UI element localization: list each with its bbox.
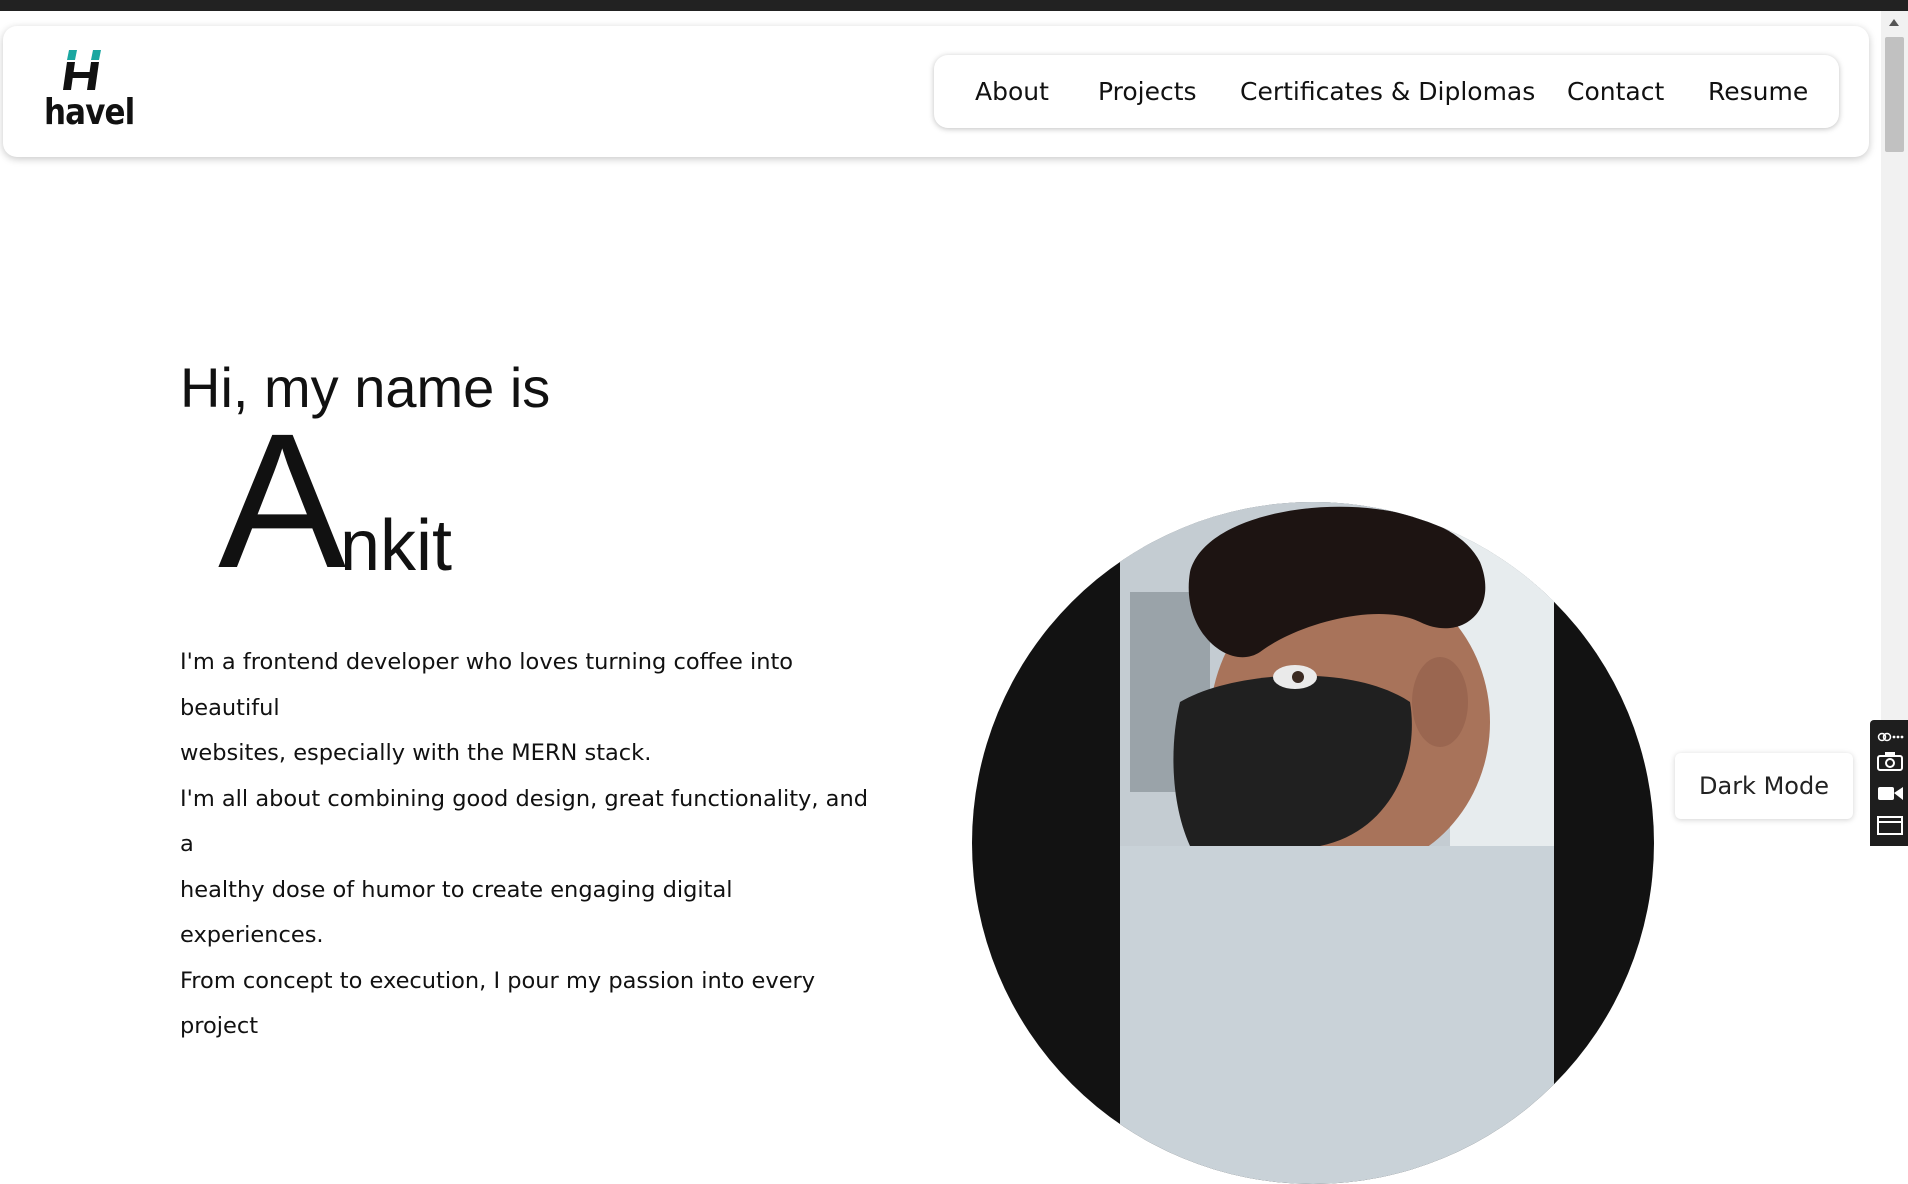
- hero-bio: I'm a frontend developer who loves turni…: [180, 640, 880, 1050]
- hero-name-rest: nkit: [340, 506, 453, 586]
- dark-mode-button[interactable]: Dark Mode: [1675, 753, 1853, 819]
- screen-icon[interactable]: [1876, 814, 1904, 836]
- bio-line: I'm a frontend developer who loves turni…: [180, 649, 794, 721]
- logo-h-icon: [63, 50, 101, 90]
- logo[interactable]: havel: [39, 50, 149, 140]
- browser-top-strip: [0, 0, 1908, 11]
- bio-line: websites, especially with the MERN stack…: [180, 740, 652, 766]
- video-icon[interactable]: [1876, 782, 1904, 804]
- navbar: havel About Projects Certificates & Dipl…: [3, 26, 1869, 157]
- scrollbar-thumb[interactable]: [1885, 37, 1904, 152]
- profile-photo-image: [1120, 502, 1554, 1184]
- hero-name-initial: A: [218, 393, 347, 608]
- nav-menu: About Projects Certificates & Diplomas C…: [934, 55, 1839, 128]
- capture-widget: [1870, 720, 1908, 846]
- profile-photo: [972, 502, 1654, 1184]
- link-icon[interactable]: [1876, 726, 1904, 748]
- portrait-illustration: [1120, 502, 1554, 872]
- nav-link-projects[interactable]: Projects: [1098, 77, 1197, 106]
- nav-link-about[interactable]: About: [975, 77, 1049, 106]
- scroll-up-arrow-icon[interactable]: [1889, 19, 1899, 26]
- bio-line: I'm all about combining good design, gre…: [180, 785, 869, 858]
- camera-icon[interactable]: [1876, 750, 1904, 772]
- bio-line: From concept to execution, I pour my pas…: [180, 967, 816, 1040]
- nav-link-certificates[interactable]: Certificates & Diplomas: [1240, 77, 1535, 106]
- nav-link-resume[interactable]: Resume: [1708, 77, 1808, 106]
- logo-text: havel: [44, 92, 135, 133]
- bio-line: healthy dose of humor to create engaging…: [180, 876, 733, 949]
- nav-link-contact[interactable]: Contact: [1567, 77, 1664, 106]
